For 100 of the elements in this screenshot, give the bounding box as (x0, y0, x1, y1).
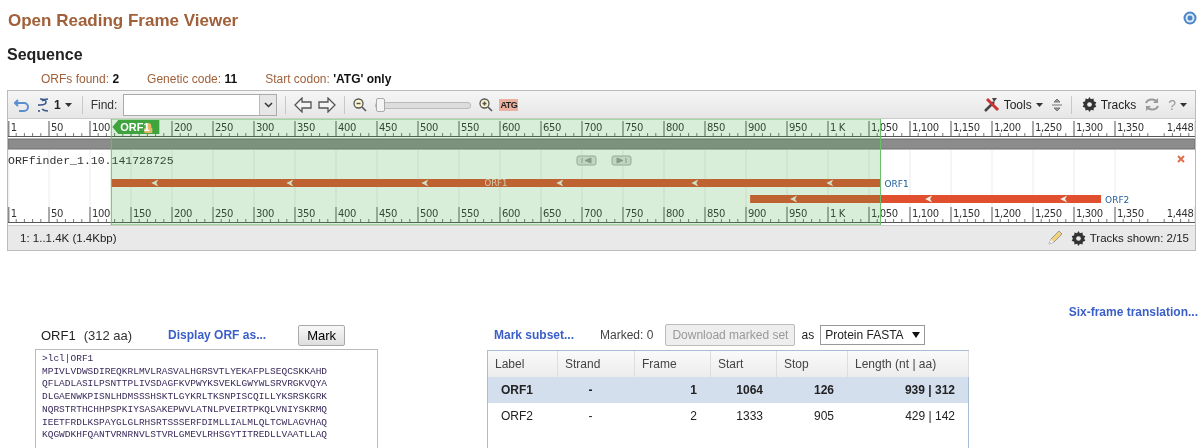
strand-menu-button[interactable]: 1 (36, 96, 74, 113)
ruler-label: 1,300 (1076, 122, 1103, 133)
orf-length: (312 aa) (83, 327, 133, 343)
sequence-text-area[interactable] (35, 349, 378, 448)
caret-icon (1180, 102, 1187, 107)
ruler-label: 500 (420, 122, 438, 133)
orf-label[interactable]: ORF1 (884, 179, 909, 189)
table-cell-text: - (587, 383, 594, 397)
find-label: Find: (90, 97, 118, 112)
ruler-label: 450 (379, 208, 397, 219)
orf-label[interactable]: ORF2 (1105, 195, 1130, 205)
table-cell-text: 429 | 142 (904, 409, 956, 423)
ruler-label: 850 (707, 208, 725, 219)
table-cell-text: 905 (812, 409, 835, 423)
table-cell-text: 1 (689, 383, 698, 397)
mark-button[interactable]: Mark (298, 324, 346, 346)
ruler-label: 1,250 (1035, 122, 1062, 133)
as-label: as (801, 328, 815, 342)
ruler-label: 450 (379, 122, 397, 133)
atg-button[interactable]: ATG (499, 98, 519, 111)
table-cell-text: 2 (689, 409, 698, 423)
ruler-label: 400 (338, 122, 356, 133)
sequence-line: DLGAENWKPISNLHDMSSSHSKTLGYKRLTKSNPISCQILLYKSRSKGRK (42, 391, 329, 404)
ruler-label: 550 (461, 208, 479, 219)
zoom-out-icon[interactable] (353, 97, 368, 112)
pencil-icon[interactable] (1046, 230, 1063, 246)
ruler-label: 100 (92, 208, 110, 219)
next-button[interactable] (611, 155, 632, 166)
ruler-label: 1 K (830, 208, 845, 219)
ruler-label: 1,150 (953, 122, 980, 133)
ruler-label: 900 (748, 208, 766, 219)
ruler-label: 700 (584, 208, 602, 219)
close-icon[interactable] (1177, 155, 1185, 163)
ruler-label: 700 (584, 122, 602, 133)
ruler-label: 100 (92, 122, 110, 133)
ruler-label: 400 (338, 208, 356, 219)
help-icon[interactable] (1183, 11, 1197, 25)
ruler-label: 250 (215, 122, 233, 133)
sequence-line: QFLADLASILPSNTTPLIVSDAGFKVPWYKSVEKLGWYWLSRVRGKVQYA (42, 378, 329, 392)
ruler-label: 1,200 (994, 122, 1021, 133)
ruler-label: 1 (10, 122, 17, 133)
settings-icon (1081, 97, 1097, 112)
ruler-label: 350 (297, 208, 315, 219)
six-frame-link[interactable]: Six-frame translation... (1068, 305, 1198, 319)
tools-menu-button[interactable]: Tools (980, 96, 1045, 113)
tools-icon (982, 96, 1000, 113)
ruler-label: 550 (461, 122, 479, 133)
caret-icon (911, 332, 920, 338)
ruler-label: 50 (51, 208, 63, 219)
arrow-left-icon[interactable] (294, 96, 313, 113)
table-cell-text: 126 (812, 383, 835, 397)
caret-icon (64, 102, 72, 107)
table-row[interactable]: ORF2 - 2 1333 905 429 | 142 (488, 403, 968, 429)
arrow-right-icon[interactable] (318, 96, 337, 113)
previous-button[interactable] (576, 155, 597, 166)
settings-icon (1070, 230, 1086, 246)
tracks-shown-button[interactable]: Tracks shown: 2/15 (1070, 230, 1189, 246)
ruler-label: 750 (625, 122, 643, 133)
ruler-label: 1,100 (912, 122, 939, 133)
ruler-label: 1 (10, 208, 17, 219)
ruler-label: 650 (543, 208, 561, 219)
ruler-label: 1,150 (953, 208, 980, 219)
orf-name: ORF1 (41, 327, 76, 343)
ruler-label: 1,250 (1035, 208, 1062, 219)
find-field[interactable] (123, 93, 278, 116)
slider-thumb[interactable] (376, 97, 386, 112)
refresh-icon[interactable] (1144, 97, 1161, 112)
marked-count: Marked: 0 (600, 328, 654, 342)
display-orf-link[interactable]: Display ORF as... (168, 328, 267, 342)
summary-item: ORFs found: 2 (41, 72, 120, 86)
table-cell-text: ORF1 (500, 383, 534, 397)
ruler-label: 250 (215, 208, 233, 219)
table-row[interactable]: ORF1 - 1 1064 126 939 | 312 (488, 377, 968, 403)
table-cell-text: 1333 (735, 409, 764, 423)
mark-subset-link[interactable]: Mark subset... (494, 328, 575, 342)
orf-bar[interactable] (750, 195, 1102, 203)
ruler-label: 750 (625, 208, 643, 219)
format-select[interactable]: Protein FASTA (820, 325, 925, 345)
caret-icon (1035, 102, 1043, 107)
orf-bar[interactable] (111, 179, 881, 187)
page-title: Open Reading Frame Viewer (8, 11, 239, 31)
undo-icon[interactable] (14, 97, 30, 112)
table-cell-text: 1064 (735, 383, 764, 397)
ruler-label: 1,200 (994, 208, 1021, 219)
table-cell-text: ORF2 (500, 409, 534, 423)
zoom-slider[interactable] (373, 97, 474, 112)
fit-icon[interactable] (1050, 97, 1063, 112)
ruler-label: 600 (502, 208, 520, 219)
ruler-label: 1,100 (912, 208, 939, 219)
summary-item: Start codon: 'ATG' only (265, 72, 392, 86)
ruler-label: 1,448 (1166, 208, 1194, 219)
zoom-in-icon[interactable] (479, 97, 494, 112)
tracks-button[interactable]: Tracks (1079, 97, 1139, 112)
ruler-label: 50 (51, 122, 63, 133)
sequence-line: MPIVLVDWSDIREQKRLMVLRASVALHGRSVTLYEKAFPLSEQCSKKAHD (42, 365, 329, 379)
ruler-label: 350 (297, 122, 315, 133)
ruler-label: 1,448 (1166, 122, 1194, 133)
ruler-label: 900 (748, 122, 766, 133)
ruler-label: 200 (174, 208, 192, 219)
ruler-label: 1,350 (1117, 208, 1144, 219)
